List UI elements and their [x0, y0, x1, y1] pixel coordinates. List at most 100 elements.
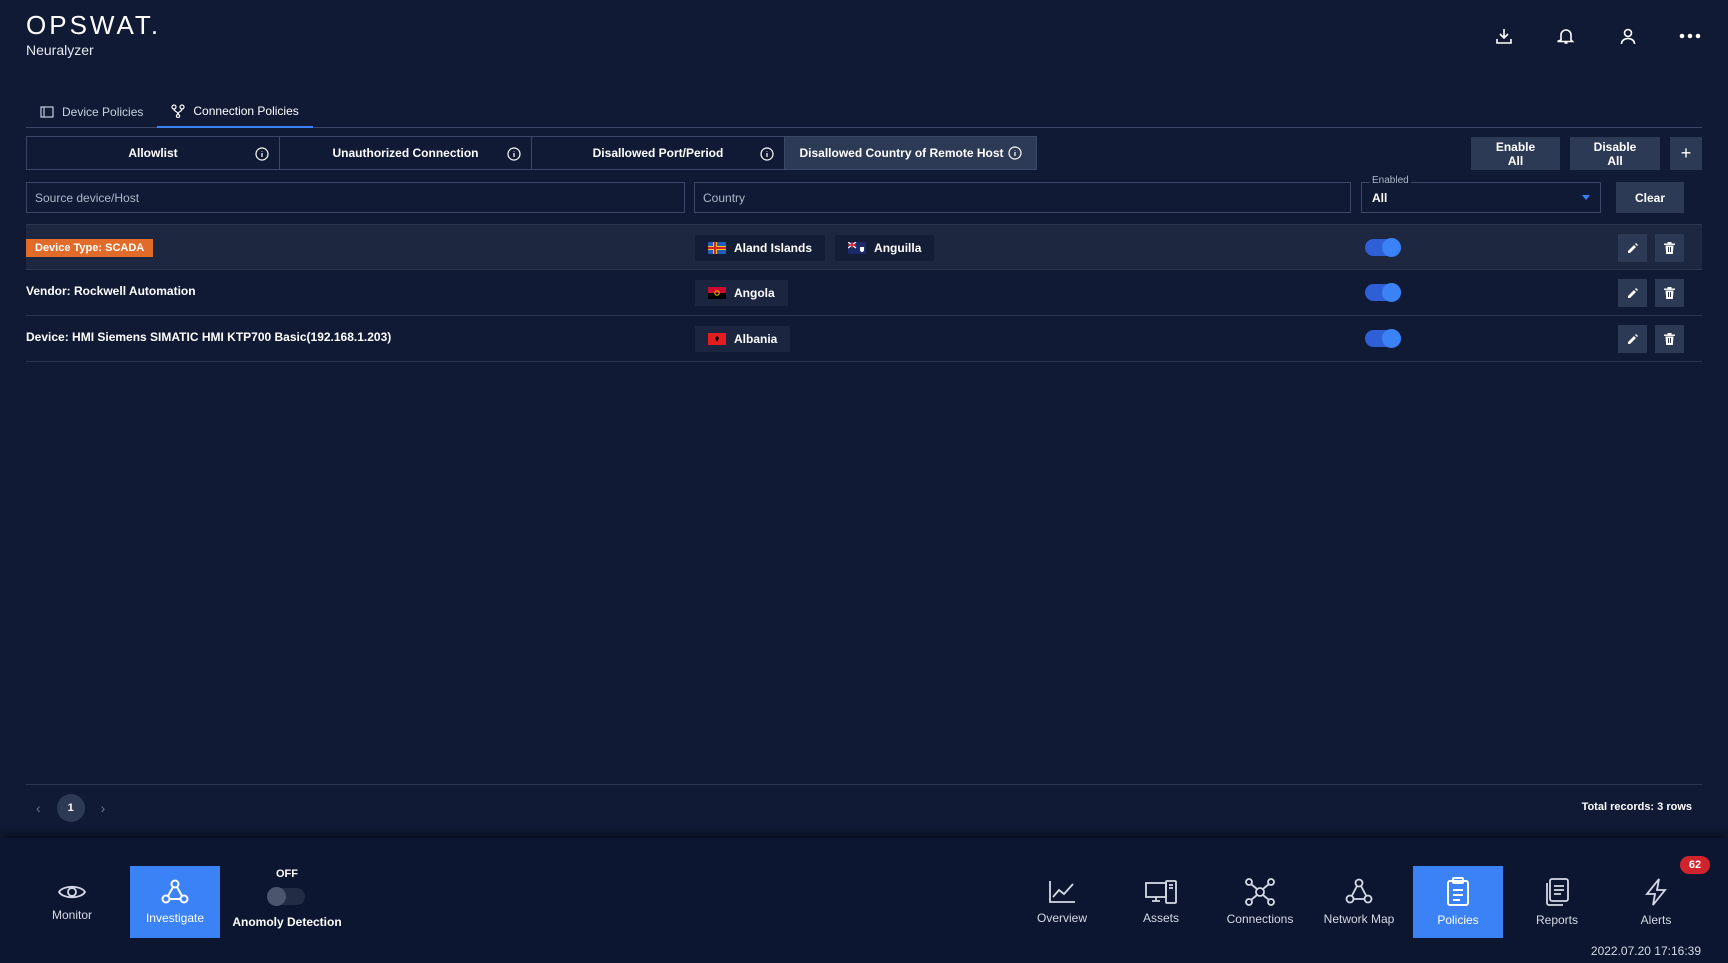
- nav-alerts[interactable]: Alerts: [1611, 866, 1701, 938]
- chevron-right-icon[interactable]: ›: [101, 800, 106, 816]
- connection-subtabs: Allowlist Unauthorized Connection Disall…: [26, 136, 1037, 170]
- edit-button[interactable]: [1618, 325, 1647, 353]
- caret-down-icon: [1582, 195, 1590, 200]
- anguilla-flag-icon: [848, 242, 867, 254]
- source-cell: Device Type: SCADA: [26, 239, 154, 257]
- reports-icon: [1546, 878, 1569, 906]
- country-name: Anguilla: [874, 241, 922, 255]
- enable-all-button[interactable]: Enable All: [1471, 137, 1560, 170]
- policy-table: Device Type: SCADA Aland Islands Anguill…: [26, 224, 1702, 362]
- source-filter: [26, 182, 685, 213]
- subtab-allowlist[interactable]: Allowlist: [26, 136, 280, 170]
- enabled-toggle[interactable]: [1365, 329, 1401, 348]
- trash-icon: [1664, 287, 1675, 299]
- clear-button[interactable]: Clear: [1616, 182, 1684, 213]
- nav-investigate[interactable]: Investigate: [130, 866, 220, 938]
- tab-device-policies[interactable]: Device Policies: [26, 96, 157, 128]
- subtab-label: Unauthorized Connection: [332, 146, 479, 160]
- enabled-label: Enabled: [1370, 175, 1411, 186]
- total-records: Total records: 3 rows: [1581, 801, 1692, 813]
- nav-label: Assets: [1142, 911, 1179, 925]
- nav-connections[interactable]: Connections: [1215, 866, 1305, 938]
- page-number[interactable]: 1: [56, 794, 85, 822]
- nav-reports[interactable]: Reports: [1512, 866, 1602, 938]
- country-list: Angola: [695, 280, 788, 306]
- disable-all-button[interactable]: Disable All: [1570, 137, 1660, 170]
- anomaly-detection: OFF Anomoly Detection: [232, 868, 342, 929]
- bulk-actions: Enable All Disable All +: [1471, 137, 1702, 170]
- row-actions: [1618, 234, 1684, 262]
- user-icon[interactable]: [1616, 24, 1640, 48]
- clipboard-icon: [1447, 877, 1469, 906]
- country-name: Albania: [734, 332, 778, 346]
- info-icon[interactable]: [1007, 146, 1022, 160]
- anomaly-state: OFF: [276, 868, 298, 880]
- opswat-logo: OPSWAT.: [26, 10, 162, 40]
- enabled-toggle[interactable]: [1365, 238, 1401, 257]
- policy-tabs: Device Policies Connection Policies: [26, 96, 1702, 128]
- nav-policies[interactable]: Policies: [1413, 866, 1503, 938]
- country-input[interactable]: [695, 183, 1350, 212]
- trash-icon: [1664, 333, 1675, 345]
- toggle-knob: [1382, 283, 1401, 302]
- nav-assets[interactable]: Assets: [1116, 866, 1206, 938]
- delete-button[interactable]: [1655, 279, 1684, 307]
- table-row: Device Type: SCADA Aland Islands Anguill…: [26, 224, 1702, 270]
- enabled-toggle[interactable]: [1365, 283, 1401, 302]
- source-cell: Vendor: Rockwell Automation: [26, 284, 196, 298]
- delete-button[interactable]: [1655, 234, 1684, 262]
- product-name: Neuralyzer: [26, 42, 94, 58]
- country-chip: Anguilla: [835, 235, 935, 261]
- country-list: Albania: [695, 326, 791, 352]
- anomaly-toggle[interactable]: [267, 887, 305, 906]
- trash-icon: [1664, 242, 1675, 254]
- edit-button[interactable]: [1618, 279, 1647, 307]
- add-policy-button[interactable]: +: [1670, 137, 1702, 170]
- subtab-label: Disallowed Country of Remote Host: [799, 146, 1004, 160]
- pencil-icon: [1627, 243, 1638, 253]
- country-name: Angola: [734, 286, 775, 300]
- country-chip: Aland Islands: [695, 235, 826, 261]
- row-actions: [1618, 279, 1684, 307]
- info-icon[interactable]: [760, 147, 774, 161]
- nav-label: Reports: [1535, 913, 1579, 927]
- subtab-unauthorized-connection[interactable]: Unauthorized Connection: [280, 136, 532, 170]
- nav-overview[interactable]: Overview: [1017, 866, 1107, 938]
- info-icon[interactable]: [507, 147, 521, 161]
- nav-label: Network Map: [1323, 912, 1395, 926]
- source-cell: Device: HMI Siemens SIMATIC HMI KTP700 B…: [26, 330, 392, 344]
- timestamp: 2022.07.20 17:16:39: [1590, 944, 1701, 958]
- header-actions: [1492, 24, 1702, 48]
- tab-label: Connection Policies: [193, 104, 299, 118]
- delete-button[interactable]: [1655, 325, 1684, 353]
- country-filter: [694, 182, 1351, 213]
- subtab-disallowed-country[interactable]: Disallowed Country of Remote Host: [785, 136, 1037, 170]
- angola-flag-icon: [708, 287, 726, 299]
- row-actions: [1618, 325, 1684, 353]
- network-map-icon: [1345, 878, 1373, 904]
- chevron-left-icon[interactable]: ‹: [36, 800, 41, 816]
- albania-flag-icon: [708, 333, 726, 345]
- nav-label: Monitor: [51, 908, 92, 922]
- country-chip: Angola: [695, 280, 788, 306]
- pencil-icon: [1627, 334, 1638, 344]
- bell-icon[interactable]: [1554, 24, 1578, 48]
- nav-monitor[interactable]: Monitor: [27, 866, 117, 938]
- country-name: Aland Islands: [734, 241, 813, 255]
- tab-connection-policies[interactable]: Connection Policies: [157, 96, 313, 128]
- pagination-divider: [26, 784, 1702, 785]
- subtab-disallowed-port-period[interactable]: Disallowed Port/Period: [532, 136, 785, 170]
- info-icon[interactable]: [255, 147, 269, 161]
- nav-label: Overview: [1036, 911, 1087, 925]
- download-icon[interactable]: [1492, 24, 1516, 48]
- lightning-icon: [1645, 878, 1667, 906]
- nav-label: Connections: [1226, 912, 1294, 926]
- country-chip: Albania: [695, 326, 791, 352]
- edit-button[interactable]: [1618, 234, 1647, 262]
- source-input[interactable]: [27, 183, 684, 212]
- device-type-badge: Device Type: SCADA: [26, 239, 154, 257]
- enabled-select[interactable]: Enabled All: [1361, 175, 1601, 213]
- more-icon[interactable]: [1678, 24, 1702, 48]
- nav-network-map[interactable]: Network Map: [1314, 866, 1404, 938]
- pencil-icon: [1627, 288, 1638, 298]
